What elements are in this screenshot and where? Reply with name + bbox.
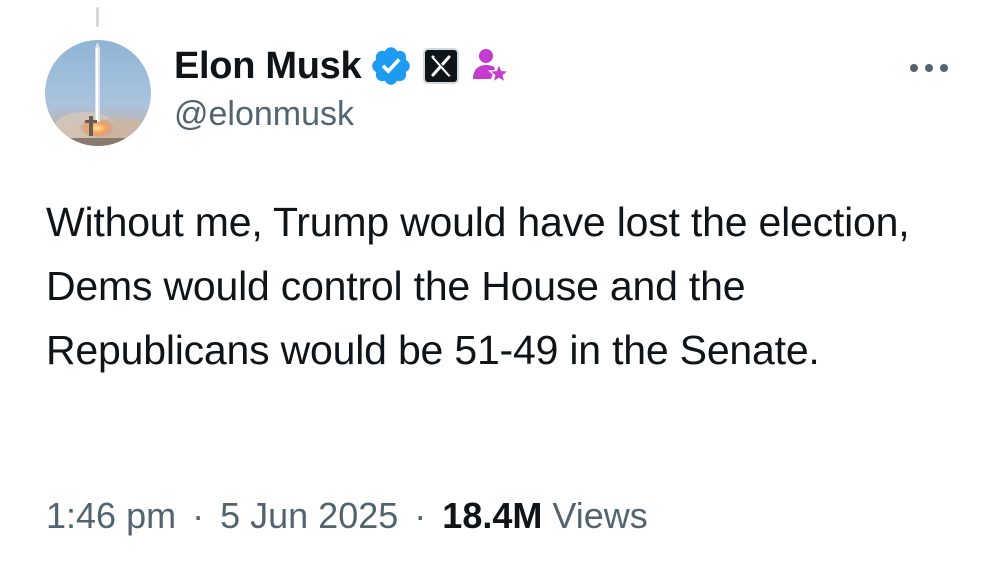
tweet-text: Without me, Trump would have lost the el… [46, 199, 910, 373]
avatar-rocket-image [45, 40, 151, 146]
meta-separator: · [192, 495, 205, 536]
thread-connector-line [96, 7, 99, 27]
more-options-icon [910, 64, 948, 72]
avatar[interactable] [45, 40, 151, 146]
author-display-name[interactable]: Elon Musk [174, 47, 362, 85]
tweet-date[interactable]: 5 Jun 2025 [220, 495, 398, 536]
author-handle[interactable]: @elonmusk [174, 97, 354, 131]
verified-badge-icon[interactable] [369, 44, 413, 88]
tweet-time[interactable]: 1:46 pm [46, 495, 176, 536]
community-notes-contributor-icon[interactable] [469, 45, 511, 87]
meta-separator: · [414, 495, 427, 536]
tweet-metadata: 1:46 pm · 5 Jun 2025 · 18.4M Views [46, 492, 648, 540]
views-count[interactable]: 18.4M [442, 495, 542, 536]
more-options-button[interactable] [906, 56, 952, 80]
author-header: Elon Musk [174, 40, 511, 92]
x-affiliate-badge-icon[interactable] [421, 46, 461, 86]
views-label[interactable]: Views [552, 495, 647, 536]
